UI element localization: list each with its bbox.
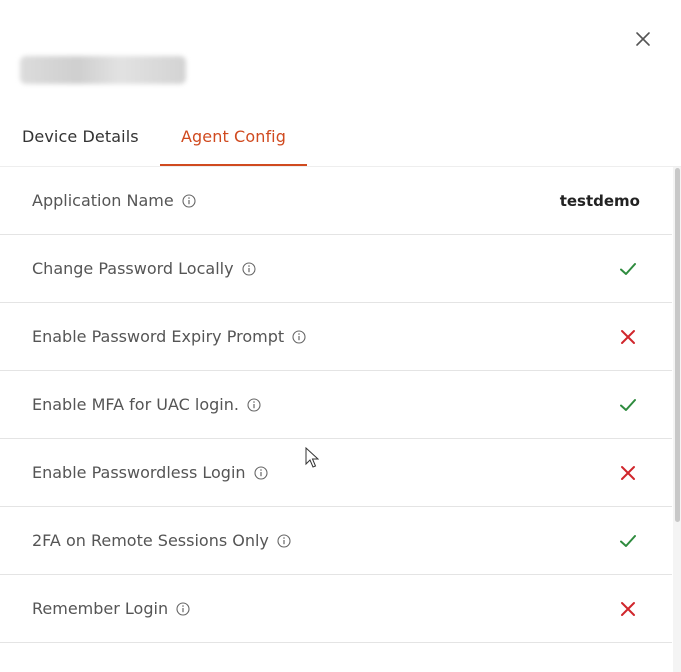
info-icon[interactable] [176,601,190,616]
config-row-label: Remember Login [32,599,190,618]
scrollbar-thumb[interactable] [675,168,680,522]
label-text: Enable Password Expiry Prompt [32,327,285,346]
cross-icon [618,327,638,347]
config-row-label: Change Password Locally [32,259,256,278]
info-icon[interactable] [182,193,196,208]
info-icon[interactable] [241,261,256,276]
info-icon[interactable] [277,533,291,548]
label-text: Application Name [32,191,174,210]
label-text: Enable MFA for UAC login. [32,395,239,414]
mouse-cursor-icon [305,447,319,468]
label-text: 2FA on Remote Sessions Only [32,531,269,550]
tab-bar: Device Details Agent Config [0,108,681,166]
config-row-remember-login: Remember Login [0,575,672,643]
check-icon [618,259,638,279]
cross-icon [618,599,638,619]
close-icon [636,32,650,46]
info-icon[interactable] [247,397,261,412]
info-icon[interactable] [292,329,306,344]
config-row-password-expiry-prompt: Enable Password Expiry Prompt [0,303,672,371]
application-name-value: testdemo [559,191,640,210]
device-config-panel: Device Details Agent Config Application … [0,0,681,672]
check-icon [618,531,638,551]
tab-device-details[interactable]: Device Details [22,108,139,164]
config-row-passwordless-login: Enable Passwordless Login [0,439,672,507]
config-row-label: Enable MFA for UAC login. [32,395,261,414]
label-text: Change Password Locally [32,259,234,278]
info-icon[interactable] [253,465,268,480]
config-row-change-password-locally: Change Password Locally [0,235,672,303]
tab-agent-config[interactable]: Agent Config [160,108,307,166]
redacted-device-name [20,56,186,84]
config-row-label: Application Name [32,191,196,210]
agent-config-list: Application Name testdemo Change Passwor… [0,167,672,672]
label-text: Enable Passwordless Login [32,463,246,482]
config-row-mfa-uac-login: Enable MFA for UAC login. [0,371,672,439]
config-row-label: Enable Passwordless Login [32,463,268,482]
config-row-application-name: Application Name testdemo [0,167,672,235]
check-icon [618,395,638,415]
config-row-label: Enable Password Expiry Prompt [32,327,306,346]
config-row-2fa-remote-sessions: 2FA on Remote Sessions Only [0,507,672,575]
cross-icon [618,463,638,483]
config-row-label: 2FA on Remote Sessions Only [32,531,291,550]
close-button[interactable] [632,28,654,50]
label-text: Remember Login [32,599,169,618]
